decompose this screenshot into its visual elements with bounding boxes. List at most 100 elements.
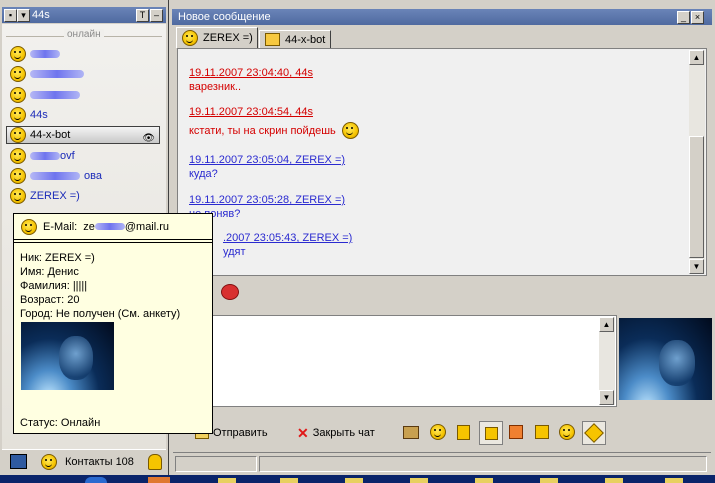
contact-info-tooltip: E-Mail: ze @mail.ru Ник: ZEREX =) Имя: Д…	[13, 213, 213, 434]
lips-icon[interactable]	[221, 284, 239, 300]
taskbar-icon[interactable]	[280, 478, 298, 483]
send-label: Отправить	[213, 427, 268, 439]
online-status-icon	[10, 46, 26, 62]
blurred-name	[30, 172, 80, 180]
smiley-icon	[182, 30, 198, 46]
notes-icon[interactable]	[454, 423, 472, 441]
contact-item[interactable]: ovf	[10, 147, 75, 165]
contact-item-selected[interactable]: 44-x-bot 👁	[6, 126, 160, 144]
surname-field: Фамилия: |||||	[20, 280, 88, 292]
scroll-up-button[interactable]: ▲	[599, 317, 614, 332]
smiley-icon	[21, 218, 37, 235]
chat-window: Новое сообщение _ × ZEREX =) 44-x-bot 19…	[169, 0, 715, 475]
message-text: варезник..	[189, 81, 242, 93]
dropdown-icon[interactable]: ▾	[17, 9, 30, 22]
email-suffix: @mail.ru	[124, 220, 170, 233]
contact-avatar	[619, 318, 712, 400]
message-block: 19.11.2007 23:05:04, ZEREX =) куда?	[189, 154, 345, 180]
contact-item[interactable]: ова	[10, 167, 102, 185]
message-log[interactable]: 19.11.2007 23:04:40, 44s варезник.. 19.1…	[177, 48, 707, 276]
minimize-button[interactable]: _	[677, 11, 690, 24]
computer-icon[interactable]	[10, 454, 27, 469]
tab-label: ZEREX =)	[203, 32, 253, 44]
contact-name: 44s	[30, 109, 48, 121]
close-x-icon: ✕	[297, 424, 309, 441]
taskbar-icon[interactable]	[345, 478, 363, 483]
taskbar-icon[interactable]	[218, 478, 236, 483]
smiley-emoticon-icon	[341, 122, 359, 139]
taskbar	[0, 475, 715, 483]
contacts-count: Контакты 108	[65, 456, 134, 468]
message-header: .2007 23:05:43, ZEREX =)	[223, 232, 353, 244]
contact-item[interactable]: ZEREX =)	[10, 187, 80, 205]
scroll-down-button[interactable]: ▼	[599, 390, 614, 405]
eye-icon: 👁	[142, 133, 155, 144]
file-icon[interactable]	[479, 421, 503, 445]
message-header: 19.11.2007 23:04:54, 44s	[189, 106, 313, 118]
smiley-icon[interactable]	[429, 423, 447, 441]
taskbar-icon[interactable]	[148, 477, 170, 483]
contact-item[interactable]	[10, 65, 84, 83]
contacts-footer: Контакты 108	[2, 449, 166, 474]
tooltip-separator	[14, 242, 212, 243]
online-status-icon	[10, 66, 26, 82]
close-button[interactable]: ×	[691, 11, 704, 24]
contacts-titlebar[interactable]: ▪ ▾ 44s T –	[2, 7, 166, 23]
message-text: куда?	[189, 168, 218, 180]
minimize-button[interactable]: –	[150, 9, 163, 22]
blurred-name	[30, 50, 60, 58]
taskbar-icon[interactable]	[85, 477, 107, 483]
contact-name-suffix: ова	[84, 170, 102, 182]
blurred-name	[30, 70, 84, 78]
blurred-name	[30, 91, 80, 99]
scroll-thumb[interactable]	[689, 136, 704, 258]
nick-field: Ник: ZEREX =)	[20, 252, 95, 264]
message-input[interactable]: ▲ ▼	[177, 315, 617, 407]
blurred-name	[30, 152, 60, 160]
taskbar-icon[interactable]	[410, 478, 428, 483]
taskbar-icon[interactable]	[475, 478, 493, 483]
taskbar-icon[interactable]	[605, 478, 623, 483]
scroll-down-button[interactable]: ▼	[689, 259, 704, 274]
edit-icon[interactable]	[582, 421, 606, 445]
tab-44-x-bot[interactable]: 44-x-bot	[259, 30, 331, 48]
age-field: Возраст: 20	[20, 294, 80, 306]
chat-titlebar[interactable]: Новое сообщение _ ×	[172, 9, 712, 25]
message-block: 19.11.2007 23:04:54, 44s кстати, ты на с…	[189, 106, 359, 139]
contact-item[interactable]: 44s	[10, 106, 48, 124]
message-header: 19.11.2007 23:05:28, ZEREX =)	[189, 194, 346, 206]
status-field: Статус: Онлайн	[20, 417, 101, 429]
city-field: Город: Не получен (См. анкету)	[20, 308, 181, 320]
user-photo	[21, 322, 114, 390]
log-scrollbar[interactable]: ▲ ▼	[689, 50, 705, 274]
online-status-icon	[10, 148, 26, 164]
winking-smiley-icon[interactable]	[558, 423, 576, 441]
online-status-icon	[10, 168, 26, 184]
find-user-icon[interactable]	[148, 454, 162, 470]
blurred-email	[94, 223, 125, 230]
status-cell	[175, 456, 257, 472]
message-text: кстати, ты на скрин пойдешь	[189, 124, 336, 137]
email-label: E-Mail:	[43, 220, 78, 233]
taskbar-icon[interactable]	[665, 478, 683, 483]
pin-button[interactable]: T	[136, 9, 149, 22]
message-header: 19.11.2007 23:05:04, ZEREX =)	[189, 154, 346, 166]
contact-item[interactable]	[10, 86, 80, 104]
taskbar-icon[interactable]	[540, 478, 558, 483]
status-cell	[259, 456, 707, 472]
history-book-icon[interactable]	[402, 423, 420, 441]
avatar-face	[659, 340, 695, 386]
status-icon[interactable]	[41, 454, 57, 470]
photo-face	[59, 336, 93, 380]
tab-zerex[interactable]: ZEREX =)	[176, 27, 258, 48]
gift-icon[interactable]	[507, 423, 525, 441]
tooltip-header: E-Mail: ze @mail.ru	[14, 214, 212, 240]
link-icon[interactable]	[533, 423, 551, 441]
close-chat-button[interactable]: ✕ Закрыть чат	[297, 424, 387, 442]
contacts-title: 44s	[32, 9, 50, 21]
input-scrollbar[interactable]: ▲ ▼	[599, 317, 615, 405]
menu-icon[interactable]: ▪	[4, 9, 17, 22]
message-header: 19.11.2007 23:04:40, 44s	[189, 67, 313, 79]
scroll-up-button[interactable]: ▲	[689, 50, 704, 65]
contact-item[interactable]	[10, 45, 60, 63]
